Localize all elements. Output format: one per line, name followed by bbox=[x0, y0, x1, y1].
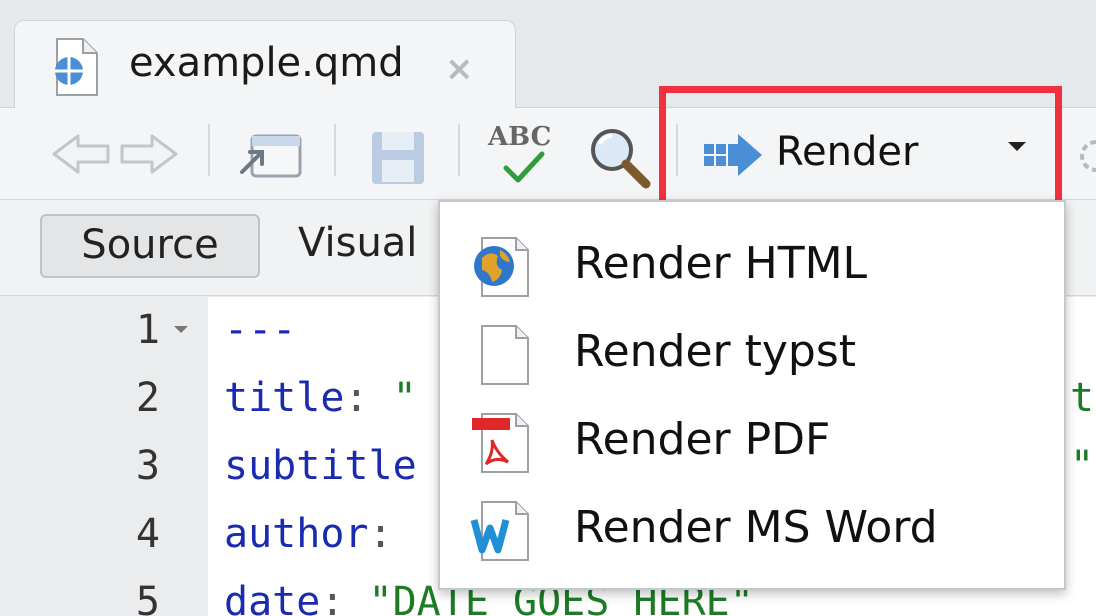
forward-arrow-icon[interactable] bbox=[118, 132, 180, 180]
menu-item-label: Render MS Word bbox=[574, 502, 938, 553]
source-mode-button[interactable]: Source bbox=[40, 214, 260, 278]
menu-item-label: Render HTML bbox=[574, 238, 868, 289]
line-number: 2 bbox=[135, 375, 160, 421]
line-number: 1 bbox=[135, 307, 160, 353]
line-number: 4 bbox=[135, 511, 160, 557]
pdf-document-icon bbox=[470, 412, 536, 474]
tab-title: example.qmd bbox=[129, 40, 404, 86]
spellcheck-icon[interactable]: ABC bbox=[486, 122, 562, 186]
menu-item-label: Render typst bbox=[574, 326, 857, 377]
code-overflow-text: t bbox=[1070, 375, 1095, 421]
toolbar-divider bbox=[334, 124, 336, 176]
menu-item-render-ms-word[interactable]: Render MS Word bbox=[440, 486, 1064, 572]
magnifier-icon[interactable] bbox=[588, 126, 652, 194]
gear-icon[interactable] bbox=[1076, 136, 1096, 180]
code-line: author: bbox=[224, 511, 417, 557]
render-dropdown-menu: Render HTML Render typst Render PDF Rend… bbox=[438, 200, 1066, 590]
quarto-file-icon bbox=[51, 37, 101, 97]
toolbar-divider bbox=[458, 124, 460, 176]
toolbar-divider bbox=[208, 124, 210, 176]
fold-arrow-icon[interactable] bbox=[174, 326, 188, 333]
code-line: subtitle bbox=[224, 443, 417, 489]
code-overflow-text: " bbox=[1070, 443, 1095, 489]
globe-document-icon bbox=[470, 236, 536, 298]
popout-window-icon[interactable] bbox=[236, 126, 306, 186]
code-line: title: " bbox=[224, 375, 417, 421]
line-number: 5 bbox=[135, 579, 160, 616]
blank-document-icon bbox=[470, 324, 536, 386]
code-line: --- bbox=[224, 307, 297, 353]
spellcheck-label: ABC bbox=[488, 122, 552, 152]
close-icon[interactable]: × bbox=[445, 49, 474, 89]
menu-item-render-html[interactable]: Render HTML bbox=[440, 222, 1064, 308]
save-disk-icon[interactable] bbox=[370, 130, 426, 190]
tab-example-qmd[interactable]: example.qmd × bbox=[14, 20, 516, 110]
line-number: 3 bbox=[135, 443, 160, 489]
menu-item-render-pdf[interactable]: Render PDF bbox=[440, 398, 1064, 484]
back-arrow-icon[interactable] bbox=[50, 132, 112, 180]
word-document-icon bbox=[470, 500, 536, 562]
menu-item-label: Render PDF bbox=[574, 414, 831, 465]
visual-mode-button[interactable]: Visual bbox=[298, 214, 417, 272]
menu-item-render-typst[interactable]: Render typst bbox=[440, 310, 1064, 396]
